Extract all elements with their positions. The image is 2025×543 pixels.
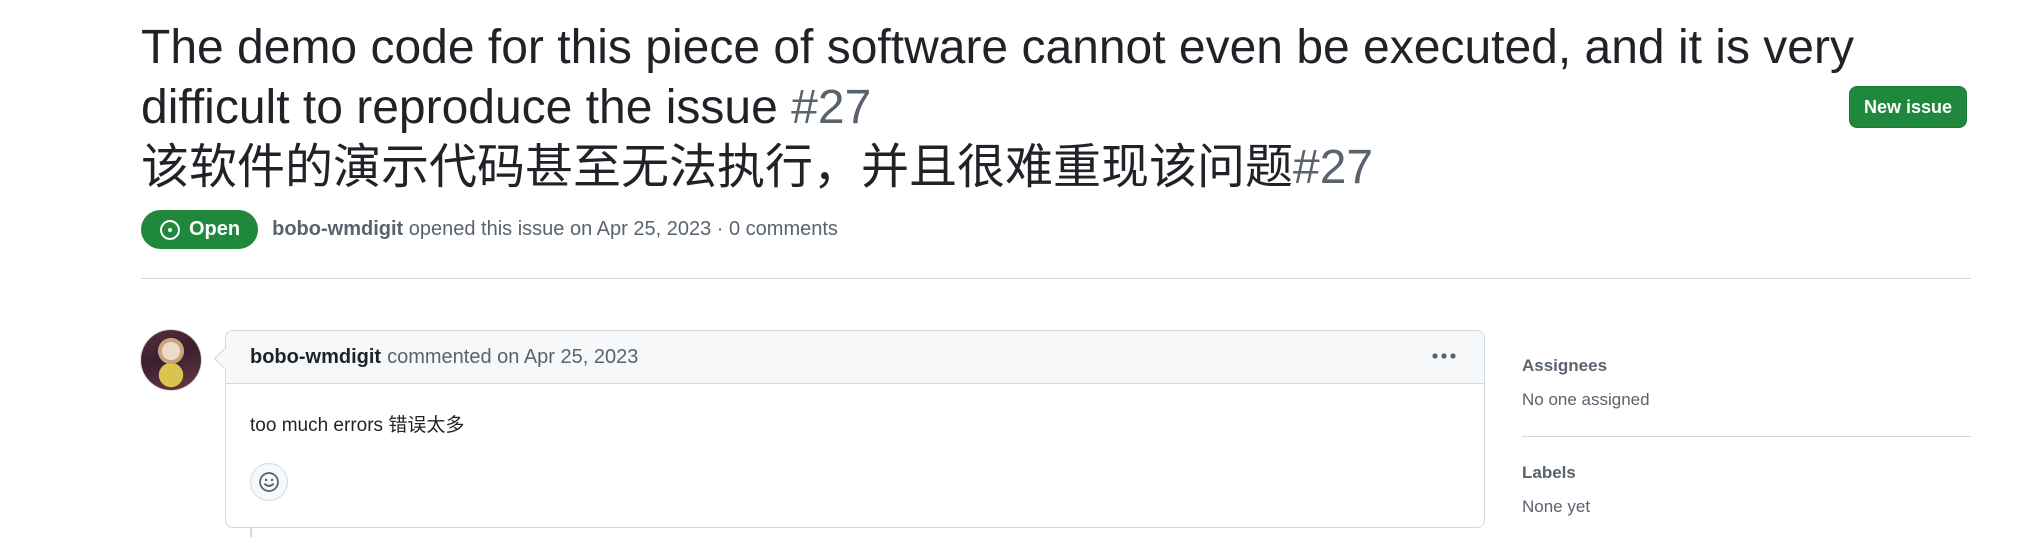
comment-box: bobo-wmdigit commented on Apr 25, 2023 t… [225,330,1485,528]
issue-number-cn: #27 [1293,141,1374,194]
issue-number: #27 [791,81,872,134]
sidebar-assignees: Assignees No one assigned [1522,330,1971,437]
comment-author-link[interactable]: bobo-wmdigit [250,346,381,369]
comment-menu-button[interactable] [1426,343,1462,369]
issue-opened-text: opened this issue on Apr 25, 2023 · 0 co… [408,218,838,240]
smiley-icon [259,472,279,492]
issue-title-text: The demo code for this piece of software… [141,21,1854,134]
issue-title: The demo code for this piece of software… [141,18,1881,198]
assignees-heading[interactable]: Assignees [1522,356,1971,376]
issue-state-badge: Open [141,210,259,249]
avatar[interactable] [141,330,201,390]
timeline-line [250,527,252,537]
issue-sidebar: Assignees No one assigned Labels None ye… [1522,330,1971,543]
add-reaction-button[interactable] [250,463,288,501]
issue-title-cn: 该软件的演示代码甚至无法执行，并且很难重现该问题 [141,141,1294,194]
assignees-value: No one assigned [1522,390,1650,409]
labels-value: None yet [1522,497,1591,516]
issue-header: The demo code for this piece of software… [141,18,1971,198]
comment-header: bobo-wmdigit commented on Apr 25, 2023 [226,331,1484,384]
new-issue-button[interactable]: New issue [1848,86,1967,128]
comment-body: too much errors 错误太多 [250,415,465,436]
issue-meta: Open bobo-wmdigit opened this issue on A… [141,210,838,249]
issue-state-label: Open [189,218,241,240]
issue-opened-icon [160,219,180,240]
sidebar-labels: Labels None yet [1522,437,1971,543]
issue-author-link[interactable]: bobo-wmdigit [272,218,403,240]
header-divider [141,278,1971,279]
comment-timestamp[interactable]: commented on Apr 25, 2023 [387,346,638,369]
kebab-horizontal-icon [1432,353,1456,359]
labels-heading[interactable]: Labels [1522,463,1971,483]
